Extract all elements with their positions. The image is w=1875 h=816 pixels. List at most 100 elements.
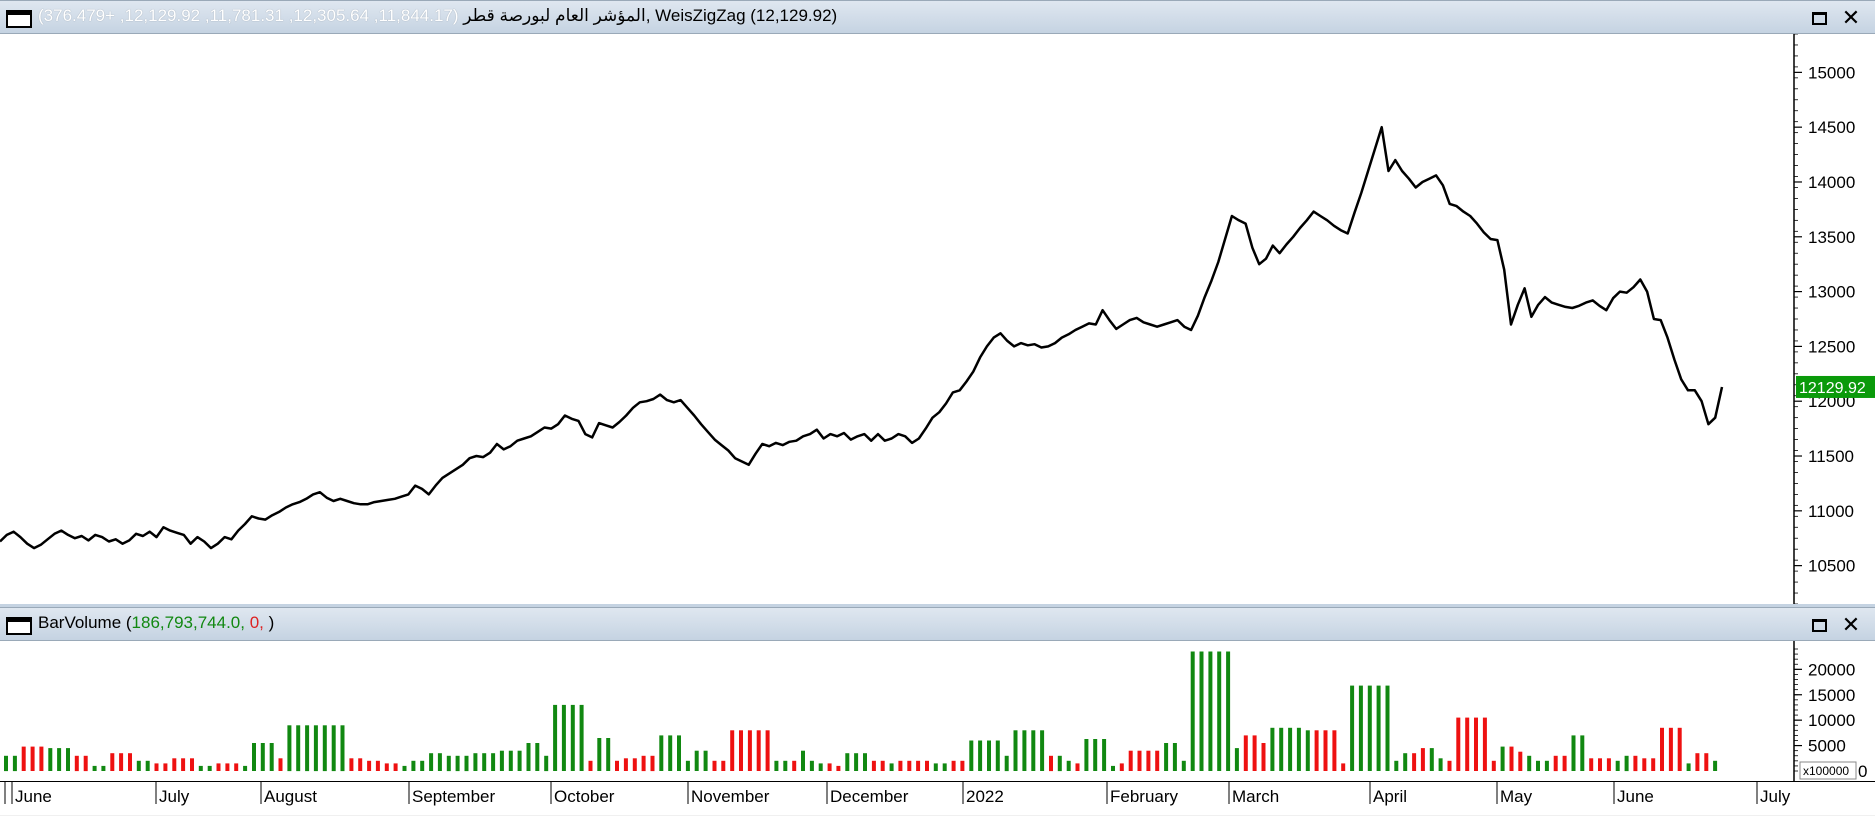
volume-bar xyxy=(340,725,345,772)
volume-bar xyxy=(269,743,274,771)
volume-bar xyxy=(641,755,646,772)
volume-bar xyxy=(1288,727,1293,771)
maximize-button[interactable] xyxy=(1806,6,1832,30)
volume-bar xyxy=(1181,760,1186,771)
volume-bar xyxy=(1155,750,1160,771)
volume-bar xyxy=(1420,748,1425,771)
volume-bar xyxy=(570,704,575,771)
volume-bar xyxy=(278,758,283,771)
volume-bar xyxy=(1704,753,1709,771)
volume-bar xyxy=(677,735,681,771)
volume-bar xyxy=(1350,685,1355,771)
volume-bar xyxy=(181,758,186,771)
volume-bar xyxy=(1217,651,1222,771)
volume-bar xyxy=(960,760,965,771)
date-tick-label: June xyxy=(1617,787,1654,806)
pane-window-icon[interactable] xyxy=(6,617,32,635)
volume-bar xyxy=(1615,760,1620,771)
volume-bar xyxy=(526,743,531,771)
volume-bar xyxy=(1544,760,1549,771)
volume-bar xyxy=(721,760,726,771)
volume-bar xyxy=(154,763,159,771)
volume-bar xyxy=(1394,760,1399,771)
volume-second-value: 0, xyxy=(245,613,264,632)
volume-value: 186,793,744.0, xyxy=(131,613,245,632)
volume-tick-label: 10000 xyxy=(1808,711,1855,730)
maximize-button[interactable] xyxy=(1806,613,1832,637)
volume-bar xyxy=(1093,739,1098,771)
volume-bar xyxy=(827,763,832,771)
volume-bar xyxy=(1049,755,1053,772)
volume-bar xyxy=(172,758,177,771)
price-tick-label: 14000 xyxy=(1808,173,1855,192)
volume-bar xyxy=(1358,685,1363,771)
volume-bar xyxy=(792,760,797,771)
volume-bar xyxy=(845,753,850,771)
volume-bar xyxy=(1447,760,1452,771)
volume-bar xyxy=(499,750,504,771)
volume-bar xyxy=(747,730,752,771)
price-tick-label: 14500 xyxy=(1808,118,1855,137)
price-chart-pane[interactable]: 10500 11000 11500 12000 12500 13000 13500 14000… xyxy=(0,34,1875,604)
close-button[interactable]: ✕ xyxy=(1838,612,1864,637)
volume-bar xyxy=(198,765,203,771)
volume-bar xyxy=(48,748,53,771)
volume-bar xyxy=(1624,755,1629,772)
volume-bar xyxy=(57,748,62,771)
volume-bar xyxy=(863,753,867,771)
date-tick-label: December xyxy=(830,787,909,806)
volume-bar xyxy=(1589,758,1594,771)
volume-bar xyxy=(260,743,265,771)
pane-window-icon[interactable] xyxy=(6,10,32,28)
volume-bar xyxy=(163,763,168,771)
volume-bar xyxy=(1598,758,1602,771)
volume-bar xyxy=(1226,651,1231,771)
volume-bar xyxy=(1102,739,1107,771)
date-tick-label: July xyxy=(1760,787,1791,806)
volume-scale-label: x100000 xyxy=(1803,764,1849,778)
weiszigzag-line xyxy=(0,125,1724,550)
date-tick-label: June xyxy=(15,787,52,806)
volume-bar xyxy=(101,765,106,771)
volume-bar xyxy=(951,760,956,771)
volume-bar xyxy=(1633,755,1638,772)
volume-bar xyxy=(756,730,761,771)
volume-title-close: ) xyxy=(263,613,275,632)
volume-bar xyxy=(216,763,221,771)
volume-bar xyxy=(508,750,513,771)
volume-bar xyxy=(809,760,814,771)
volume-bar xyxy=(1385,685,1390,771)
volume-bar xyxy=(1031,730,1036,771)
volume-bar xyxy=(1234,748,1239,771)
volume-bar xyxy=(1146,750,1151,771)
volume-bar xyxy=(234,763,239,771)
volume-tick-label: 15000 xyxy=(1808,686,1855,705)
volume-bar xyxy=(455,755,460,772)
volume-bar xyxy=(1022,730,1027,771)
volume-bar xyxy=(1491,760,1496,771)
maximize-icon xyxy=(1811,618,1827,632)
volume-bar xyxy=(1119,763,1124,771)
volume-bar xyxy=(482,753,487,771)
maximize-icon xyxy=(1811,11,1827,25)
volume-bar xyxy=(933,763,938,771)
volume-bar xyxy=(978,740,983,771)
volume-chart-pane[interactable]: 5000 10000 15000 20000 x100000 0 xyxy=(0,641,1875,781)
volume-bar xyxy=(1004,755,1009,772)
volume-bar xyxy=(1580,735,1585,771)
volume-bar xyxy=(190,758,194,771)
volume-bar xyxy=(83,755,88,772)
volume-bar xyxy=(21,746,26,771)
volume-bar xyxy=(1482,717,1487,771)
volume-bar xyxy=(579,704,584,771)
volume-bar xyxy=(553,704,558,771)
date-tick-label: February xyxy=(1110,787,1179,806)
indicator-label: , WeisZigZag (12,129.92) xyxy=(645,6,838,25)
close-button[interactable]: ✕ xyxy=(1838,5,1864,30)
volume-bar xyxy=(1465,717,1470,771)
volume-bar xyxy=(615,760,619,771)
price-tick-label: 12500 xyxy=(1808,337,1855,356)
volume-bar xyxy=(1695,753,1700,771)
volume-bar xyxy=(110,753,115,771)
volume-bar xyxy=(1668,727,1673,771)
